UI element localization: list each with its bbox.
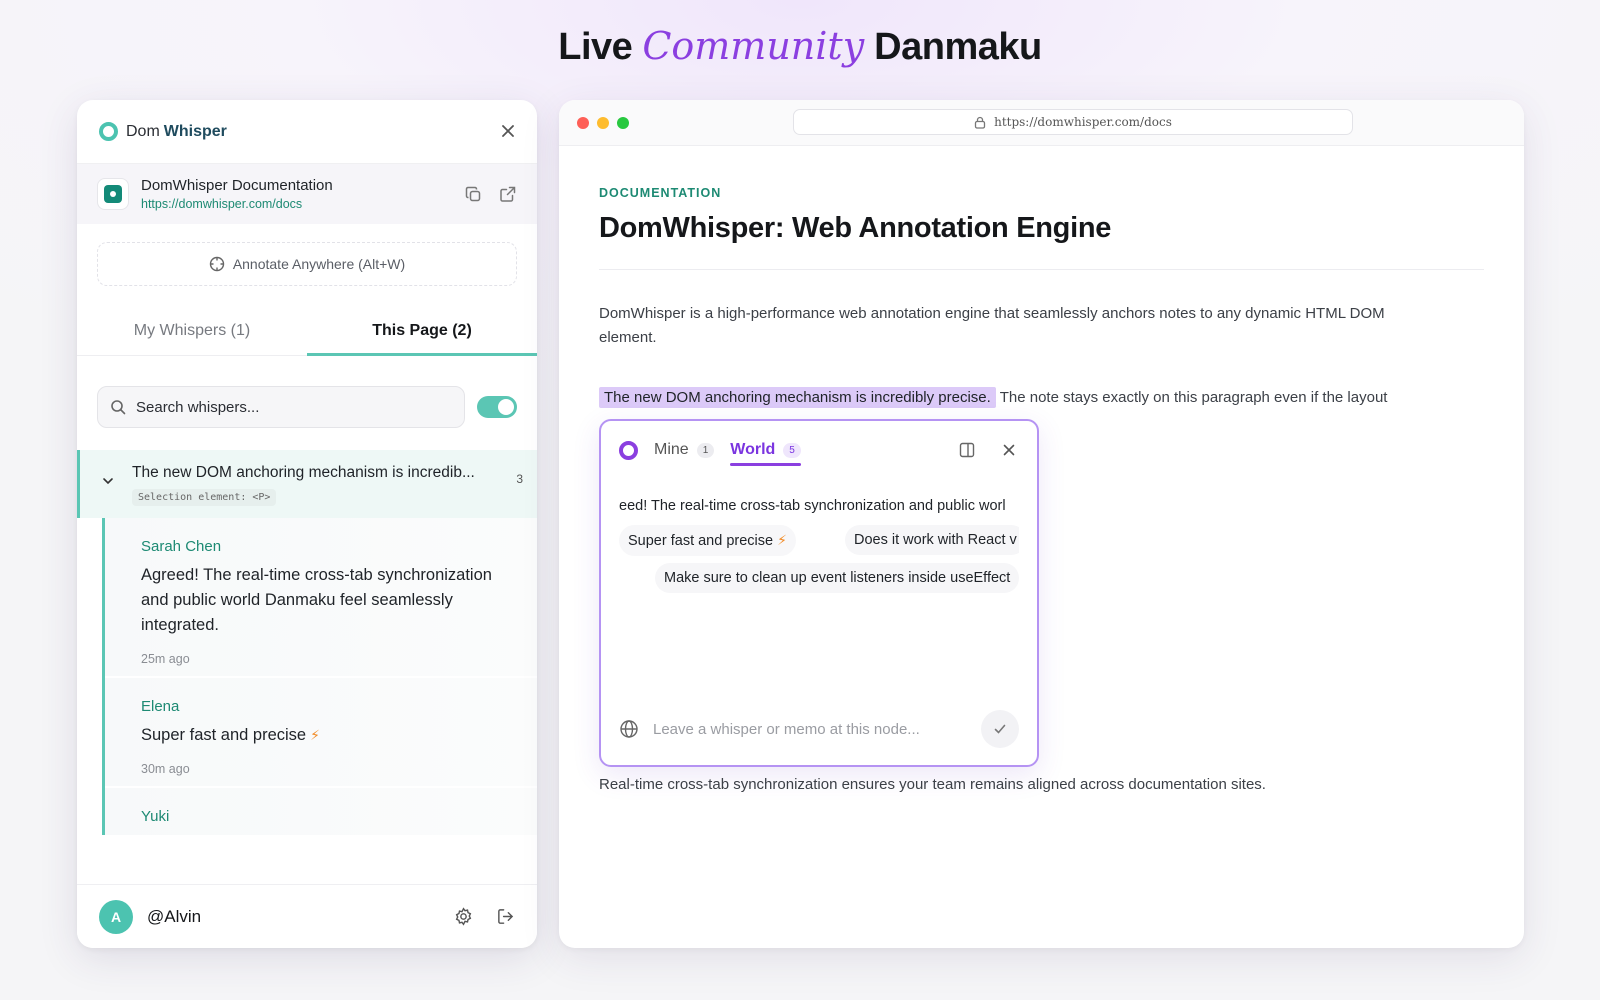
- chevron-down-icon[interactable]: [102, 474, 114, 492]
- whisper-popover: Mine 1 World 5 eed! The real-time cross-…: [599, 419, 1039, 767]
- annotate-anywhere-label: Annotate Anywhere (Alt+W): [232, 256, 406, 272]
- address-bar[interactable]: https://domwhisper.com/docs: [793, 109, 1353, 135]
- tab-mine[interactable]: Mine 1: [654, 421, 715, 479]
- headline-community: Community: [642, 24, 865, 68]
- tab-my-whispers[interactable]: My Whispers (1): [77, 306, 307, 355]
- close-popover-icon[interactable]: [999, 440, 1019, 460]
- tab-world[interactable]: World 5: [730, 421, 801, 479]
- doc-paragraph-rest: The note stays exactly on this paragraph…: [999, 389, 1388, 406]
- tab-world-count: 5: [783, 442, 801, 458]
- open-external-icon[interactable]: [497, 184, 517, 204]
- annotate-anywhere-button[interactable]: Annotate Anywhere (Alt+W): [97, 242, 517, 286]
- tab-this-page[interactable]: This Page (2): [307, 306, 537, 356]
- logo-ring-icon: [619, 440, 638, 460]
- whisper-input[interactable]: [653, 720, 967, 738]
- search-icon: [111, 400, 126, 415]
- lock-icon: [974, 116, 986, 129]
- crosshair-icon: [209, 256, 225, 272]
- avatar[interactable]: A: [99, 899, 133, 934]
- search-box: [97, 386, 465, 428]
- copy-icon[interactable]: [463, 184, 483, 204]
- whisper-input-row: [601, 693, 1037, 765]
- current-site-row: DomWhisper Documentation https://domwhis…: [77, 164, 537, 224]
- reply-time: 30m ago: [141, 762, 190, 776]
- reply-text: Agreed! The real-time cross-tab synchron…: [141, 566, 492, 634]
- user-handle: @Alvin: [147, 906, 202, 926]
- danmaku-bullet[interactable]: Does it work with React v: [845, 525, 1019, 555]
- search-input[interactable]: [136, 398, 452, 416]
- reply-author: Sarah Chen: [141, 538, 222, 555]
- window-close-dot[interactable]: [577, 116, 589, 129]
- selection-element-tag: Selection element: <P>: [132, 489, 277, 506]
- gear-icon[interactable]: [453, 907, 473, 927]
- reply-list: Sarah Chen Agreed! The real-time cross-t…: [102, 518, 537, 835]
- doc-kicker: DOCUMENTATION: [599, 186, 722, 200]
- lightning-icon: ⚡: [777, 532, 787, 548]
- danmaku-bullet[interactable]: eed! The real-time cross-tab synchroniza…: [619, 491, 1006, 521]
- doc-paragraph-anchored: The new DOM anchoring mechanism is incre…: [599, 386, 1484, 410]
- side-panel-icon[interactable]: [957, 440, 977, 460]
- reply-item: Sarah Chen Agreed! The real-time cross-t…: [105, 518, 537, 676]
- world-danmaku-toggle[interactable]: [477, 396, 517, 418]
- address-url: https://domwhisper.com/docs: [994, 115, 1172, 129]
- panel-header: Dom Whisper: [77, 100, 537, 164]
- thread-header[interactable]: The new DOM anchoring mechanism is incre…: [77, 450, 537, 518]
- tab-mine-label: Mine: [654, 441, 689, 458]
- lightning-icon: ⚡: [310, 727, 320, 743]
- reply-item: Elena Super fast and precise ⚡ 30m ago: [105, 678, 537, 786]
- danmaku-bullet[interactable]: Super fast and precise ⚡: [619, 525, 796, 556]
- highlighted-selection[interactable]: The new DOM anchoring mechanism is incre…: [599, 387, 996, 408]
- site-title: DomWhisper Documentation: [141, 177, 333, 194]
- doc-paragraph-sync: Real-time cross-tab synchronization ensu…: [599, 776, 1266, 793]
- extension-panel: Dom Whisper DomWhisper Documentation htt…: [77, 100, 537, 948]
- browser-window: https://domwhisper.com/docs DOCUMENTATIO…: [559, 100, 1524, 948]
- globe-icon: [620, 720, 638, 738]
- panel-tabs: My Whispers (1) This Page (2): [77, 306, 537, 356]
- reply-item: Yuki: [105, 788, 537, 835]
- reply-author: Yuki: [141, 808, 170, 825]
- headline-live: Live: [558, 26, 633, 68]
- reply-time: 25m ago: [141, 652, 190, 666]
- close-panel-icon[interactable]: [501, 122, 515, 142]
- danmaku-stream: eed! The real-time cross-tab synchroniza…: [619, 479, 1019, 689]
- danmaku-bullet-text: Super fast and precise: [628, 533, 774, 549]
- site-url[interactable]: https://domwhisper.com/docs: [141, 197, 333, 211]
- doc-content: DOCUMENTATION DomWhisper: Web Annotation…: [559, 146, 1524, 793]
- send-button[interactable]: [981, 710, 1019, 748]
- popover-header: Mine 1 World 5: [601, 421, 1037, 479]
- site-favicon-icon: [97, 178, 129, 210]
- tab-world-label: World: [730, 441, 776, 458]
- reply-text: Super fast and precise: [141, 726, 307, 744]
- browser-chrome: https://domwhisper.com/docs: [559, 100, 1524, 146]
- tab-mine-count: 1: [696, 442, 715, 458]
- thread-reply-count: 3: [516, 472, 523, 486]
- headline-danmaku: Danmaku: [874, 26, 1042, 68]
- brand-dom: Dom: [126, 122, 160, 140]
- doc-paragraph-intro: DomWhisper is a high-performance web ann…: [599, 305, 1385, 346]
- check-icon: [994, 724, 1006, 734]
- title-divider: [599, 269, 1484, 270]
- reply-author: Elena: [141, 698, 180, 715]
- panel-footer: A @Alvin: [77, 884, 537, 948]
- thread-title: The new DOM anchoring mechanism is incre…: [132, 464, 475, 481]
- logout-icon[interactable]: [495, 907, 515, 927]
- page-title: DomWhisper: Web Annotation Engine: [599, 212, 1112, 244]
- danmaku-bullet[interactable]: Make sure to clean up event listeners in…: [655, 563, 1019, 593]
- window-maximize-dot[interactable]: [617, 116, 629, 129]
- brand-logo: Dom Whisper: [99, 122, 227, 141]
- window-minimize-dot[interactable]: [597, 116, 609, 129]
- headline: Live Community Danmaku: [0, 24, 1600, 69]
- brand-whisper: Whisper: [163, 122, 227, 140]
- logo-ring-icon: [99, 122, 118, 141]
